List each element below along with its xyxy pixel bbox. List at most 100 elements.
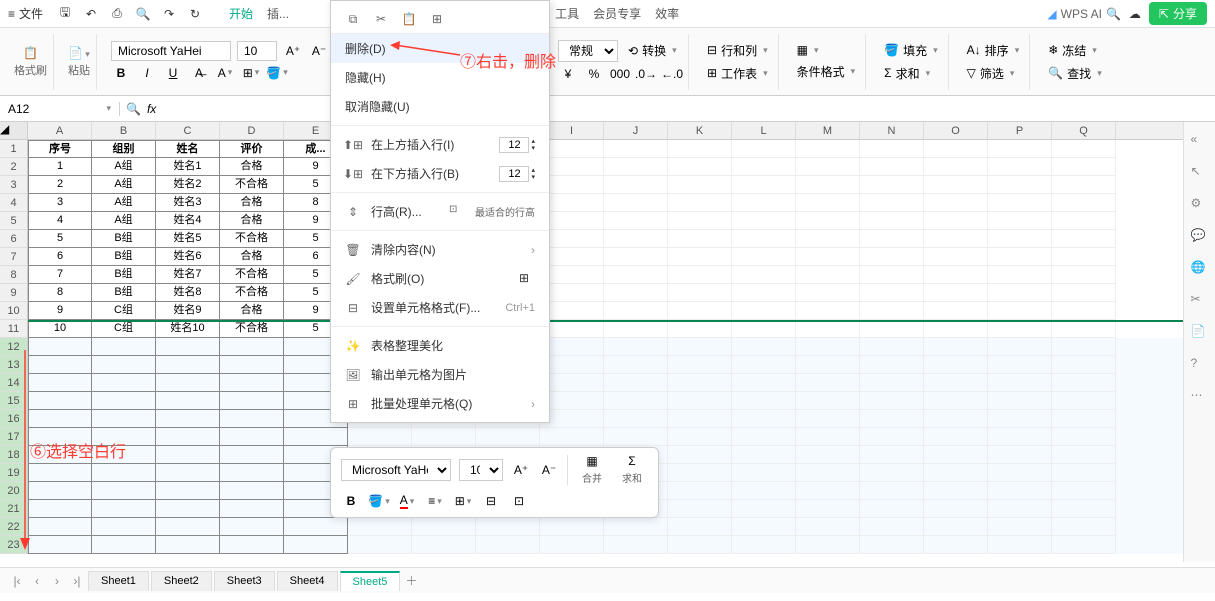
cell[interactable]: A组 <box>92 176 156 194</box>
cell[interactable]: C组 <box>92 320 156 338</box>
cell[interactable]: 姓名2 <box>156 176 220 194</box>
select-all-corner[interactable]: ◢ <box>0 122 27 140</box>
insert-above-count[interactable] <box>499 137 529 153</box>
col-header-J[interactable]: J <box>604 122 668 139</box>
fill-button[interactable]: 🪣 填充▾ <box>880 40 942 61</box>
ft-format-button[interactable]: ⊟ <box>481 491 501 511</box>
cell[interactable]: 姓名4 <box>156 212 220 230</box>
sheet-tab[interactable]: Sheet5 <box>340 571 401 591</box>
cell[interactable] <box>92 446 156 464</box>
cell[interactable]: C组 <box>92 302 156 320</box>
increase-font-icon[interactable]: A⁺ <box>283 41 303 61</box>
decrease-font-icon[interactable]: A⁻ <box>309 41 329 61</box>
cell[interactable] <box>156 500 220 518</box>
more-icon[interactable]: ⋯ <box>1191 388 1209 406</box>
cell[interactable]: 姓名6 <box>156 248 220 266</box>
tools-icon[interactable]: ✂ <box>1191 292 1209 310</box>
cell[interactable] <box>156 338 220 356</box>
row-header[interactable]: 23 <box>0 536 27 554</box>
col-header-D[interactable]: D <box>220 122 284 139</box>
cell[interactable]: 合格 <box>220 194 284 212</box>
cell[interactable] <box>156 518 220 536</box>
cell[interactable] <box>92 428 156 446</box>
save-icon[interactable]: 🖫 <box>55 4 75 24</box>
cell[interactable] <box>92 518 156 536</box>
cell[interactable] <box>156 536 220 554</box>
cell[interactable] <box>156 374 220 392</box>
cell[interactable] <box>28 338 92 356</box>
table-header[interactable]: 评价 <box>220 140 284 158</box>
cell[interactable]: 8 <box>28 284 92 302</box>
find-button[interactable]: 🔍 查找▾ <box>1044 63 1106 84</box>
dec-decimal-icon[interactable]: ←.0 <box>662 64 682 84</box>
currency-icon[interactable]: ¥ <box>558 64 578 84</box>
cell[interactable] <box>220 536 284 554</box>
tab-home[interactable]: 开始 <box>229 5 253 22</box>
cell[interactable] <box>92 392 156 410</box>
cell[interactable] <box>156 356 220 374</box>
bold-button[interactable]: B <box>111 63 131 83</box>
fill-color-button[interactable]: 🪣▾ <box>267 63 287 83</box>
cell[interactable] <box>28 464 92 482</box>
redo-icon[interactable]: ↷ <box>159 4 179 24</box>
percent-icon[interactable]: % <box>584 64 604 84</box>
row-header[interactable]: 21 <box>0 500 27 518</box>
cell[interactable] <box>220 446 284 464</box>
print-icon[interactable]: ⎙ <box>107 4 127 24</box>
row-header[interactable]: 5 <box>0 212 27 230</box>
cell[interactable] <box>92 464 156 482</box>
search-icon[interactable]: 🔍 <box>1106 7 1121 21</box>
tab-efficiency[interactable]: 效率 <box>655 5 679 22</box>
sheet-nav-first[interactable]: |‹ <box>8 574 26 588</box>
insert-below-count[interactable] <box>499 166 529 182</box>
row-header[interactable]: 3 <box>0 176 27 194</box>
worksheet-button[interactable]: ⊞ 工作表▾ <box>703 63 772 84</box>
col-header-P[interactable]: P <box>988 122 1052 139</box>
settings-icon[interactable]: ⚙ <box>1191 196 1209 214</box>
cell[interactable] <box>28 428 92 446</box>
row-header[interactable]: 20 <box>0 482 27 500</box>
col-header-N[interactable]: N <box>860 122 924 139</box>
cond-format-button[interactable]: 条件格式▾ <box>793 61 860 82</box>
row-header[interactable]: 1 <box>0 140 27 158</box>
globe-icon[interactable]: 🌐 <box>1191 260 1209 278</box>
strike-button[interactable]: A̶ <box>189 63 209 83</box>
border-button[interactable]: ⊞▾ <box>241 63 261 83</box>
cell[interactable] <box>28 446 92 464</box>
row-header[interactable]: 19 <box>0 464 27 482</box>
cell[interactable] <box>220 392 284 410</box>
cell[interactable] <box>156 392 220 410</box>
filter-button[interactable]: ▽ 筛选▾ <box>963 63 1019 84</box>
cell[interactable] <box>92 356 156 374</box>
col-header-B[interactable]: B <box>92 122 156 139</box>
cut-icon[interactable]: ✂ <box>373 11 389 27</box>
cell[interactable] <box>220 374 284 392</box>
cell[interactable] <box>28 410 92 428</box>
cell[interactable]: B组 <box>92 284 156 302</box>
cell[interactable]: 3 <box>28 194 92 212</box>
cell[interactable]: 姓名7 <box>156 266 220 284</box>
cell[interactable]: B组 <box>92 248 156 266</box>
menu-batch[interactable]: ⊞ 批量处理单元格(Q) › <box>331 389 549 418</box>
help-icon[interactable]: ? <box>1191 356 1209 374</box>
col-header-M[interactable]: M <box>796 122 860 139</box>
cell[interactable]: A组 <box>92 212 156 230</box>
cell[interactable] <box>92 410 156 428</box>
freeze-button[interactable]: ❄ 冻结▾ <box>1044 40 1101 61</box>
row-header[interactable]: 9 <box>0 284 27 302</box>
paste-special-icon[interactable]: ⊞ <box>429 11 445 27</box>
share-button[interactable]: ⇱分享 <box>1149 2 1207 25</box>
row-header[interactable]: 2 <box>0 158 27 176</box>
cell[interactable] <box>92 374 156 392</box>
cell[interactable]: 1 <box>28 158 92 176</box>
cell[interactable]: B组 <box>92 266 156 284</box>
cell[interactable]: 不合格 <box>220 320 284 338</box>
doc-icon[interactable]: 📄 <box>1191 324 1209 342</box>
cell[interactable]: 姓名5 <box>156 230 220 248</box>
cell[interactable] <box>92 338 156 356</box>
col-header-C[interactable]: C <box>156 122 220 139</box>
sheet-nav-prev[interactable]: ‹ <box>28 574 46 588</box>
menu-cell-format[interactable]: ⊟ 设置单元格格式(F)... Ctrl+1 <box>331 293 549 322</box>
cell[interactable] <box>156 410 220 428</box>
cell[interactable] <box>28 482 92 500</box>
